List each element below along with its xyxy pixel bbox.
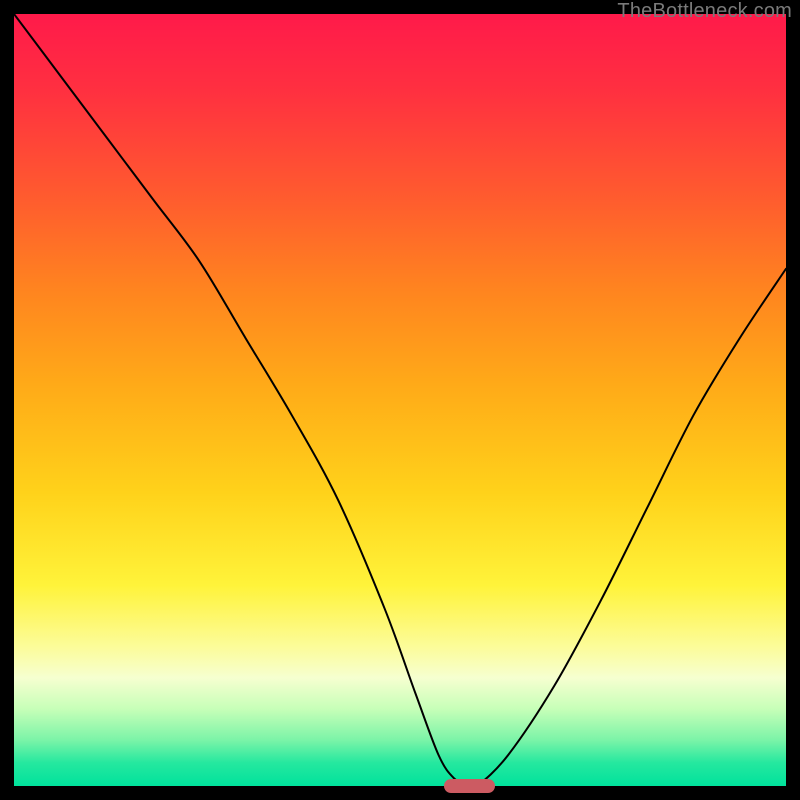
chart-frame: TheBottleneck.com (0, 0, 800, 800)
curve-path (14, 14, 786, 786)
plot-area (14, 14, 786, 786)
optimum-marker (444, 779, 494, 793)
watermark-text: TheBottleneck.com (617, 0, 792, 23)
bottleneck-curve (14, 14, 786, 786)
